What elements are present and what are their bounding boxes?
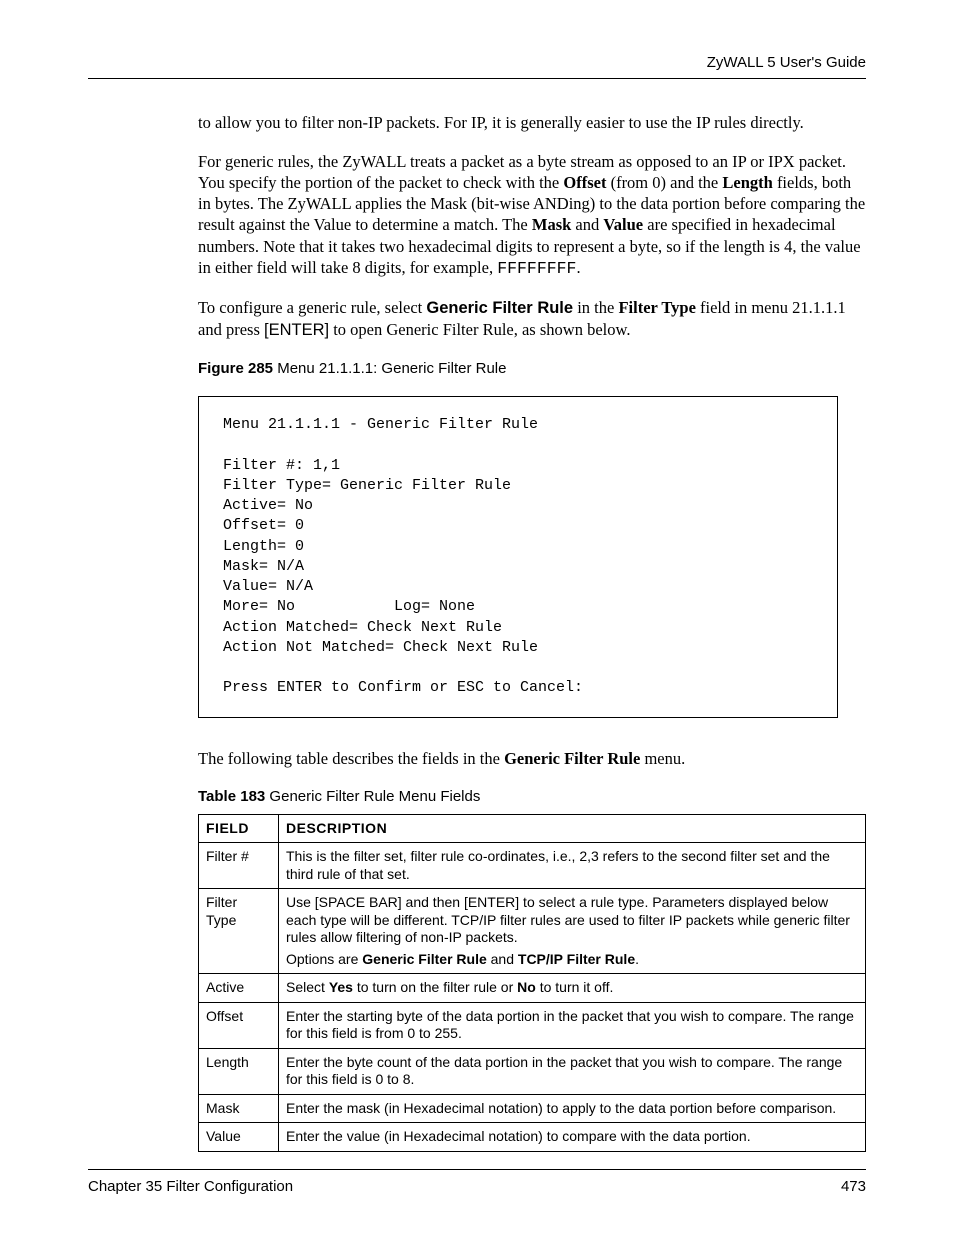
table-row: Value Enter the value (in Hexadecimal no… (199, 1123, 866, 1152)
cell-field: Filter Type (199, 889, 279, 974)
cell-field: Length (199, 1048, 279, 1094)
table-row: Filter Type Use [SPACE BAR] and then [EN… (199, 889, 866, 974)
page-header: ZyWALL 5 User's Guide (88, 54, 866, 77)
paragraph: to allow you to filter non-IP packets. F… (198, 112, 866, 133)
text: in the (573, 298, 618, 317)
table-header-row: FIELD DESCRIPTION (199, 814, 866, 843)
table-row: Length Enter the byte count of the data … (199, 1048, 866, 1094)
text: Options are (286, 951, 362, 967)
text-mono: FFFFFFFF (497, 259, 576, 278)
text: menu. (640, 749, 685, 768)
code-box: Menu 21.1.1.1 - Generic Filter Rule Filt… (198, 396, 838, 718)
cell-desc: Enter the byte count of the data portion… (279, 1048, 866, 1094)
header-rule (88, 78, 866, 79)
paragraph: The following table describes the fields… (198, 748, 866, 769)
cell-desc: Enter the mask (in Hexadecimal notation)… (279, 1094, 866, 1123)
text-bold: Length (722, 173, 772, 192)
table-row: Offset Enter the starting byte of the da… (199, 1002, 866, 1048)
page-footer: Chapter 35 Filter Configuration 473 (88, 1169, 866, 1195)
text-bold: TCP/IP Filter Rule (518, 951, 635, 967)
cell-field: Filter # (199, 843, 279, 889)
table-title: Generic Filter Rule Menu Fields (265, 788, 480, 805)
table-row: Active Select Yes to turn on the filter … (199, 974, 866, 1003)
cell-desc: Enter the value (in Hexadecimal notation… (279, 1123, 866, 1152)
col-header-field: FIELD (199, 814, 279, 843)
text-bold: Value (603, 215, 643, 234)
footer-page-number: 473 (841, 1178, 866, 1195)
figure-title: Menu 21.1.1.1: Generic Filter Rule (273, 360, 506, 377)
text: . (635, 951, 639, 967)
figure-caption: Figure 285 Menu 21.1.1.1: Generic Filter… (198, 359, 866, 378)
cell-field: Mask (199, 1094, 279, 1123)
cell-desc: This is the filter set, filter rule co-o… (279, 843, 866, 889)
text-bold: Generic Filter Rule (362, 951, 486, 967)
text: to turn it off. (536, 979, 614, 995)
text: The following table describes the fields… (198, 749, 504, 768)
text: Use [SPACE BAR] and then [ENTER] to sele… (286, 894, 850, 945)
page-content: to allow you to filter non-IP packets. F… (198, 54, 866, 1152)
paragraph: To configure a generic rule, select Gene… (198, 297, 866, 341)
cell-field: Active (199, 974, 279, 1003)
table-row: Mask Enter the mask (in Hexadecimal nota… (199, 1094, 866, 1123)
table-row: Filter # This is the filter set, filter … (199, 843, 866, 889)
text: . (576, 258, 580, 277)
table-label: Table 183 (198, 788, 265, 805)
footer-chapter: Chapter 35 Filter Configuration (88, 1178, 293, 1195)
cell-desc: Select Yes to turn on the filter rule or… (279, 974, 866, 1003)
text-bold: No (517, 979, 536, 995)
cell-desc-sub: Options are Generic Filter Rule and TCP/… (286, 951, 858, 969)
text-bold: Yes (329, 979, 353, 995)
text: to turn on the filter rule or (353, 979, 517, 995)
text: To configure a generic rule, select (198, 298, 426, 317)
cell-field: Value (199, 1123, 279, 1152)
text: (from 0) and the (606, 173, 722, 192)
text-sans: [ENTER] (264, 321, 329, 339)
guide-title: ZyWALL 5 User's Guide (707, 54, 866, 71)
fields-table: FIELD DESCRIPTION Filter # This is the f… (198, 814, 866, 1152)
paragraph: For generic rules, the ZyWALL treats a p… (198, 151, 866, 279)
table-caption: Table 183 Generic Filter Rule Menu Field… (198, 787, 866, 806)
text: Select (286, 979, 329, 995)
text: and (487, 951, 518, 967)
text-bold: Generic Filter Rule (426, 299, 573, 317)
figure-label: Figure 285 (198, 360, 273, 377)
text: and (571, 215, 603, 234)
text-bold: Mask (532, 215, 571, 234)
text-bold: Generic Filter Rule (504, 749, 640, 768)
text: to open Generic Filter Rule, as shown be… (329, 320, 630, 339)
cell-desc: Use [SPACE BAR] and then [ENTER] to sele… (279, 889, 866, 974)
cell-field: Offset (199, 1002, 279, 1048)
text-bold: Offset (563, 173, 606, 192)
text-bold: Filter Type (618, 298, 695, 317)
cell-desc: Enter the starting byte of the data port… (279, 1002, 866, 1048)
col-header-description: DESCRIPTION (279, 814, 866, 843)
